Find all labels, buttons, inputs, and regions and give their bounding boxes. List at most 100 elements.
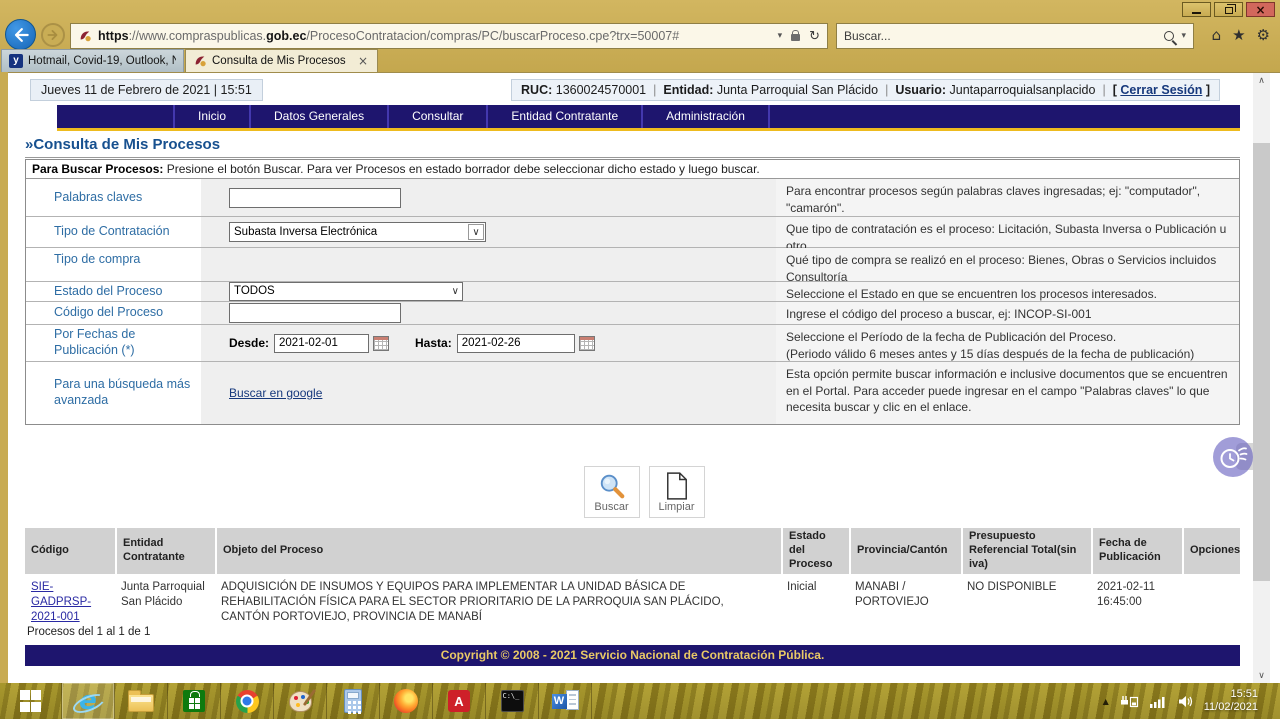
forward-button[interactable] [41, 23, 65, 47]
acrobat-icon: A [448, 690, 470, 712]
store-bag-icon [183, 690, 205, 712]
security-lock-icon[interactable] [791, 34, 800, 41]
date-to-input[interactable] [457, 334, 575, 353]
home-icon[interactable]: ⌂ [1212, 27, 1222, 43]
limpiar-button[interactable]: Limpiar [649, 466, 705, 518]
chevron-down-icon: ∨ [452, 284, 459, 300]
publish-dates-label: Por Fechas de Publicación (*) [26, 325, 201, 361]
process-code-link[interactable]: SIE-GADPRSP-2021-001 [31, 581, 91, 623]
tab-hotmail[interactable]: y Hotmail, Covid-19, Outlook, N... [1, 49, 184, 72]
blank-page-icon [665, 472, 689, 500]
buscar-button[interactable]: Buscar [584, 466, 640, 518]
page-viewport: Jueves 11 de Febrero de 2021 | 15:51 RUC… [8, 72, 1280, 683]
network-signal-icon[interactable] [1150, 695, 1167, 708]
autocomplete-caret-icon[interactable]: ▾ [778, 31, 783, 41]
taskbar-item-file-explorer[interactable] [115, 683, 168, 719]
row-codigo-proceso: Código del Proceso Ingrese el código del… [26, 301, 1239, 324]
row-estado-proceso: Estado del Proceso TODOS∨ Seleccione el … [26, 281, 1239, 301]
tray-expand-icon[interactable]: ▲ [1103, 697, 1109, 706]
nav-item-administracion[interactable]: Administración [643, 105, 770, 128]
col-codigo: Código [25, 528, 115, 574]
form-intro: Para Buscar Procesos: Presione el botón … [26, 160, 1239, 179]
cell-opciones [1182, 574, 1240, 629]
clock-time: 15:51 [1204, 688, 1258, 701]
site-favicon-icon [193, 54, 207, 68]
row-tipo-contratacion: Tipo de Contratación Subasta Inversa Ele… [26, 216, 1239, 247]
taskbar-item-command-prompt[interactable]: C:\_ [486, 683, 539, 719]
calendar-icon[interactable] [579, 336, 595, 351]
purchase-type-empty [201, 248, 776, 281]
close-button[interactable]: × [1246, 2, 1275, 17]
back-arrow-icon [11, 25, 31, 45]
process-code-input[interactable] [229, 303, 401, 323]
taskbar-item-calculator[interactable] [327, 683, 380, 719]
process-code-desc: Ingrese el código del proceso a buscar, … [776, 302, 1239, 324]
taskbar-item-paint[interactable] [274, 683, 327, 719]
advanced-search-desc: Esta opción permite buscar información e… [776, 362, 1239, 424]
restore-button[interactable] [1214, 2, 1243, 17]
cell-entidad: Junta Parroquial San Plácido [115, 574, 215, 629]
tab-title: Consulta de Mis Procesos [212, 55, 356, 67]
session-info-box: RUC: 1360024570001 | Entidad: Junta Parr… [511, 79, 1220, 101]
calendar-icon[interactable] [373, 336, 389, 351]
user-value: Juntaparroquialsanplacido [950, 83, 1096, 97]
tab-close-icon[interactable]: × [356, 54, 370, 68]
nav-item-consultar[interactable]: Consultar [389, 105, 488, 128]
col-provincia: Provincia/Cantón [849, 528, 961, 574]
keywords-desc: Para encontrar procesos según palabras c… [776, 179, 1239, 216]
search-input[interactable] [844, 29, 1164, 43]
battery-icon[interactable] [1120, 695, 1139, 708]
process-state-select[interactable]: TODOS∨ [229, 282, 463, 301]
results-table: Código Entidad Contratante Objeto del Pr… [25, 528, 1240, 629]
scrollbar-up-button[interactable]: ∧ [1253, 73, 1270, 89]
row-palabras-claves: Palabras claves Para encontrar procesos … [26, 179, 1239, 216]
logout-link[interactable]: Cerrar Sesión [1120, 83, 1202, 97]
taskbar-item-microsoft-store[interactable] [168, 683, 221, 719]
keywords-input[interactable] [229, 188, 401, 208]
datetime-box: Jueves 11 de Febrero de 2021 | 15:51 [30, 79, 263, 101]
nav-item-datos-generales[interactable]: Datos Generales [251, 105, 389, 128]
volume-icon[interactable] [1178, 695, 1193, 708]
date-from-label: Desde: [229, 336, 269, 350]
vertical-scrollbar[interactable]: ∧ ∨ [1253, 73, 1270, 684]
entity-label: Entidad: [663, 83, 713, 97]
address-bar[interactable]: https://www.compraspublicas.gob.ec/Proce… [70, 23, 828, 49]
publish-dates-desc: Seleccione el Período de la fecha de Pub… [776, 325, 1239, 361]
search-caret-icon[interactable]: ▾ [1181, 31, 1186, 41]
system-tray: ▲ 15:51 11/02/2021 [1103, 683, 1280, 719]
favorites-star-icon[interactable]: ★ [1232, 27, 1245, 43]
pagination-status: Procesos del 1 al 1 de 1 [27, 626, 150, 638]
nav-item-entidad-contratante[interactable]: Entidad Contratante [488, 105, 643, 128]
clock-date: 11/02/2021 [1204, 701, 1258, 714]
close-icon: × [1255, 4, 1265, 16]
refresh-icon[interactable]: ↻ [809, 29, 820, 44]
back-button[interactable] [5, 19, 36, 50]
tab-title: Hotmail, Covid-19, Outlook, N... [28, 55, 176, 67]
google-search-link[interactable]: Buscar en google [229, 386, 322, 400]
taskbar-item-internet-explorer[interactable]: e [62, 683, 115, 719]
col-presupuesto: Presupuesto Referencial Total(sin iva) [961, 528, 1091, 574]
address-bar-icons: ▾ ↻ [778, 29, 820, 44]
taskbar-item-firefox[interactable] [380, 683, 433, 719]
contract-type-select[interactable]: Subasta Inversa Electrónica∨ [229, 222, 486, 242]
date-from-input[interactable] [274, 334, 369, 353]
tab-favicon-icon: y [9, 54, 23, 68]
scrollbar-thumb[interactable] [1253, 143, 1270, 581]
taskbar-item-acrobat[interactable]: A [433, 683, 486, 719]
taskbar-item-word[interactable]: W [539, 683, 592, 719]
minimize-button[interactable] [1182, 2, 1211, 17]
tab-consulta-procesos[interactable]: Consulta de Mis Procesos × [185, 49, 378, 72]
search-bar[interactable]: ▾ [836, 23, 1194, 49]
window-controls: × [1182, 2, 1275, 17]
taskbar-item-chrome[interactable] [221, 683, 274, 719]
windows-logo-icon [20, 690, 42, 712]
taskbar-clock[interactable]: 15:51 11/02/2021 [1204, 688, 1258, 714]
nav-item-inicio[interactable]: Inicio [175, 105, 251, 128]
search-icon[interactable] [1164, 31, 1174, 41]
quick-clock-button[interactable] [1213, 437, 1253, 477]
tools-gear-icon[interactable]: ⚙ [1257, 27, 1270, 43]
start-button[interactable] [0, 683, 62, 719]
results-header-row: Código Entidad Contratante Objeto del Pr… [25, 528, 1240, 574]
scrollbar-down-button[interactable]: ∨ [1253, 668, 1270, 684]
paint-palette-icon [289, 691, 312, 712]
